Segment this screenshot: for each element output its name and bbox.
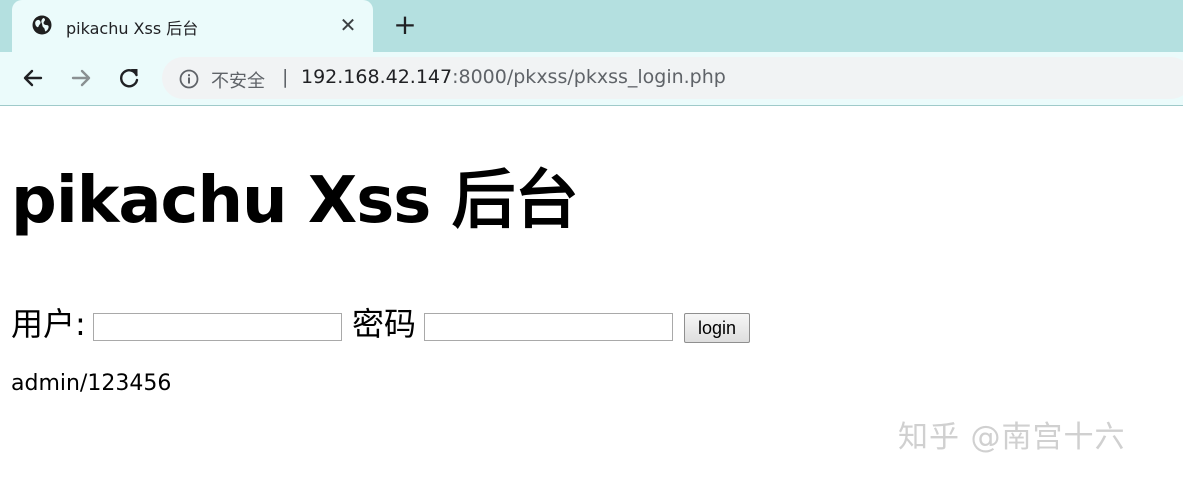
tab-title: pikachu Xss 后台 — [66, 19, 199, 38]
username-label: 用户: — [11, 305, 86, 343]
username-input[interactable] — [93, 313, 342, 341]
new-tab-button[interactable]: + — [392, 11, 418, 39]
url-separator: | — [282, 66, 289, 88]
page-content: pikachu Xss 后台 用户: 密码 login admin/123456… — [0, 106, 1183, 481]
password-label: 密码 — [352, 305, 417, 343]
back-arrow-icon[interactable] — [19, 64, 47, 92]
tab-close-button[interactable]: ✕ — [335, 12, 361, 38]
url-path: :8000/pkxss/pkxss_login.php — [452, 66, 726, 88]
address-bar[interactable]: 不安全 | 192.168.42.147:8000/pkxss/pkxss_lo… — [162, 57, 1183, 99]
login-button[interactable]: login — [684, 313, 750, 343]
watermark: 知乎 @南宫十六 — [898, 420, 1126, 455]
info-icon[interactable] — [179, 69, 199, 89]
browser-toolbar: 不安全 | 192.168.42.147:8000/pkxss/pkxss_lo… — [0, 52, 1183, 106]
not-secure-label[interactable]: 不安全 — [211, 67, 265, 93]
tab-strip: pikachu Xss 后台 ✕ + — [0, 0, 1183, 52]
url-text[interactable]: 192.168.42.147:8000/pkxss/pkxss_login.ph… — [301, 66, 726, 88]
active-tab[interactable]: pikachu Xss 后台 ✕ — [12, 0, 373, 52]
credentials-hint: admin/123456 — [11, 371, 172, 396]
url-host: 192.168.42.147 — [301, 66, 453, 88]
globe-icon — [32, 15, 52, 35]
forward-arrow-icon[interactable] — [67, 64, 95, 92]
browser-chrome: pikachu Xss 后台 ✕ + 不安全 | 192.168.42.147:… — [0, 0, 1183, 106]
password-input[interactable] — [424, 313, 673, 341]
reload-icon[interactable] — [115, 64, 143, 92]
page-title: pikachu Xss 后台 — [11, 164, 579, 238]
